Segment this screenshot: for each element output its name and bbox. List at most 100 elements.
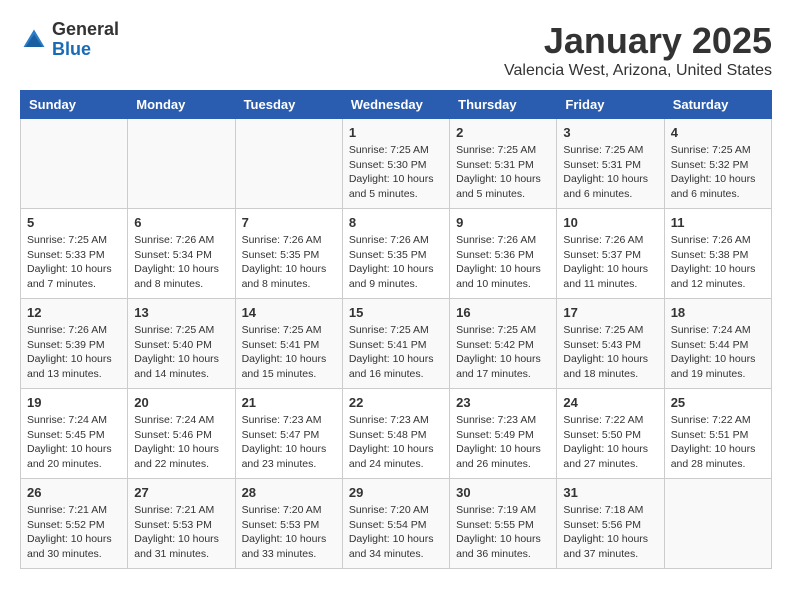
- day-number: 29: [349, 485, 443, 500]
- day-info: Sunrise: 7:24 AMSunset: 5:45 PMDaylight:…: [27, 413, 121, 472]
- day-info: Sunrise: 7:25 AMSunset: 5:42 PMDaylight:…: [456, 323, 550, 382]
- calendar-week-row: 5 Sunrise: 7:25 AMSunset: 5:33 PMDaylight…: [21, 209, 772, 299]
- day-info: Sunrise: 7:22 AMSunset: 5:50 PMDaylight:…: [563, 413, 657, 472]
- calendar-cell: 23Sunrise: 7:23 AMSunset: 5:49 PMDayligh…: [450, 389, 557, 479]
- calendar-cell: 25Sunrise: 7:22 AMSunset: 5:51 PMDayligh…: [664, 389, 771, 479]
- weekday-header-wednesday: Wednesday: [342, 91, 449, 119]
- day-info: Sunrise: 7:25 AMSunset: 5:40 PMDaylight:…: [134, 323, 228, 382]
- day-info: Sunrise: 7:24 AMSunset: 5:46 PMDaylight:…: [134, 413, 228, 472]
- weekday-header-saturday: Saturday: [664, 91, 771, 119]
- day-number: 24: [563, 395, 657, 410]
- day-info: Sunrise: 7:26 AMSunset: 5:38 PMDaylight:…: [671, 233, 765, 292]
- day-number: 28: [242, 485, 336, 500]
- calendar-cell: [664, 479, 771, 569]
- day-info: Sunrise: 7:19 AMSunset: 5:55 PMDaylight:…: [456, 503, 550, 562]
- calendar-cell: 3 Sunrise: 7:25 AMSunset: 5:31 PMDaylight…: [557, 119, 664, 209]
- day-info: Sunrise: 7:25 AMSunset: 5:41 PMDaylight:…: [349, 323, 443, 382]
- day-info: Sunrise: 7:26 AMSunset: 5:36 PMDaylight:…: [456, 233, 550, 292]
- calendar-cell: 12 Sunrise: 7:26 AMSunset: 5:39 PMDayligh…: [21, 299, 128, 389]
- calendar-week-row: 1 Sunrise: 7:25 AMSunset: 5:30 PMDaylight…: [21, 119, 772, 209]
- day-number: 9: [456, 215, 550, 230]
- calendar-week-row: 19Sunrise: 7:24 AMSunset: 5:45 PMDayligh…: [21, 389, 772, 479]
- day-info: Sunrise: 7:20 AMSunset: 5:54 PMDaylight:…: [349, 503, 443, 562]
- day-number: 7: [242, 215, 336, 230]
- calendar-cell: 8 Sunrise: 7:26 AMSunset: 5:35 PMDaylight…: [342, 209, 449, 299]
- day-info: Sunrise: 7:25 AMSunset: 5:30 PMDaylight:…: [349, 143, 443, 202]
- calendar-cell: 26 Sunrise: 7:21 AMSunset: 5:52 PMDayligh…: [21, 479, 128, 569]
- day-number: 10: [563, 215, 657, 230]
- calendar-cell: 6 Sunrise: 7:26 AMSunset: 5:34 PMDaylight…: [128, 209, 235, 299]
- day-info: Sunrise: 7:24 AMSunset: 5:44 PMDaylight:…: [671, 323, 765, 382]
- calendar-cell: 24 Sunrise: 7:22 AMSunset: 5:50 PMDayligh…: [557, 389, 664, 479]
- calendar-cell: 13 Sunrise: 7:25 AMSunset: 5:40 PMDayligh…: [128, 299, 235, 389]
- day-number: 5: [27, 215, 121, 230]
- day-number: 16: [456, 305, 550, 320]
- day-number: 6: [134, 215, 228, 230]
- logo-icon: [20, 26, 48, 54]
- day-number: 15: [349, 305, 443, 320]
- day-number: 12: [27, 305, 121, 320]
- day-info: Sunrise: 7:26 AMSunset: 5:34 PMDaylight:…: [134, 233, 228, 292]
- day-info: Sunrise: 7:21 AMSunset: 5:52 PMDaylight:…: [27, 503, 121, 562]
- day-number: 3: [563, 125, 657, 140]
- page-header: General Blue January 2025 Valencia West,…: [20, 20, 772, 80]
- day-info: Sunrise: 7:25 AMSunset: 5:33 PMDaylight:…: [27, 233, 121, 292]
- day-number: 31: [563, 485, 657, 500]
- logo: General Blue: [20, 20, 119, 60]
- day-number: 20: [134, 395, 228, 410]
- day-info: Sunrise: 7:25 AMSunset: 5:32 PMDaylight:…: [671, 143, 765, 202]
- calendar-cell: 1 Sunrise: 7:25 AMSunset: 5:30 PMDaylight…: [342, 119, 449, 209]
- logo-text: General Blue: [52, 20, 119, 60]
- calendar-cell: 31 Sunrise: 7:18 AMSunset: 5:56 PMDayligh…: [557, 479, 664, 569]
- title-block: January 2025 Valencia West, Arizona, Uni…: [504, 20, 772, 80]
- calendar-cell: 10Sunrise: 7:26 AMSunset: 5:37 PMDayligh…: [557, 209, 664, 299]
- weekday-header-sunday: Sunday: [21, 91, 128, 119]
- day-number: 8: [349, 215, 443, 230]
- weekday-header-tuesday: Tuesday: [235, 91, 342, 119]
- calendar-cell: 30 Sunrise: 7:19 AMSunset: 5:55 PMDayligh…: [450, 479, 557, 569]
- day-number: 11: [671, 215, 765, 230]
- day-info: Sunrise: 7:25 AMSunset: 5:31 PMDaylight:…: [563, 143, 657, 202]
- calendar-cell: 28 Sunrise: 7:20 AMSunset: 5:53 PMDayligh…: [235, 479, 342, 569]
- calendar-cell: 7Sunrise: 7:26 AMSunset: 5:35 PMDaylight…: [235, 209, 342, 299]
- day-number: 30: [456, 485, 550, 500]
- calendar-cell: 14Sunrise: 7:25 AMSunset: 5:41 PMDayligh…: [235, 299, 342, 389]
- day-info: Sunrise: 7:20 AMSunset: 5:53 PMDaylight:…: [242, 503, 336, 562]
- day-number: 26: [27, 485, 121, 500]
- day-info: Sunrise: 7:26 AMSunset: 5:39 PMDaylight:…: [27, 323, 121, 382]
- day-info: Sunrise: 7:21 AMSunset: 5:53 PMDaylight:…: [134, 503, 228, 562]
- day-number: 17: [563, 305, 657, 320]
- logo-general-label: General: [52, 20, 119, 40]
- day-number: 1: [349, 125, 443, 140]
- day-number: 27: [134, 485, 228, 500]
- day-number: 23: [456, 395, 550, 410]
- calendar-cell: 5 Sunrise: 7:25 AMSunset: 5:33 PMDaylight…: [21, 209, 128, 299]
- calendar-cell: 22Sunrise: 7:23 AMSunset: 5:48 PMDayligh…: [342, 389, 449, 479]
- calendar-cell: 2 Sunrise: 7:25 AMSunset: 5:31 PMDaylight…: [450, 119, 557, 209]
- calendar-cell: 16 Sunrise: 7:25 AMSunset: 5:42 PMDayligh…: [450, 299, 557, 389]
- day-number: 22: [349, 395, 443, 410]
- day-number: 4: [671, 125, 765, 140]
- weekday-header-friday: Friday: [557, 91, 664, 119]
- weekday-header-row: SundayMondayTuesdayWednesdayThursdayFrid…: [21, 91, 772, 119]
- day-info: Sunrise: 7:18 AMSunset: 5:56 PMDaylight:…: [563, 503, 657, 562]
- calendar-cell: 21Sunrise: 7:23 AMSunset: 5:47 PMDayligh…: [235, 389, 342, 479]
- day-number: 2: [456, 125, 550, 140]
- calendar-cell: 20 Sunrise: 7:24 AMSunset: 5:46 PMDayligh…: [128, 389, 235, 479]
- calendar-week-row: 12 Sunrise: 7:26 AMSunset: 5:39 PMDayligh…: [21, 299, 772, 389]
- calendar-cell: 27 Sunrise: 7:21 AMSunset: 5:53 PMDayligh…: [128, 479, 235, 569]
- day-number: 18: [671, 305, 765, 320]
- weekday-header-thursday: Thursday: [450, 91, 557, 119]
- day-number: 25: [671, 395, 765, 410]
- day-info: Sunrise: 7:25 AMSunset: 5:31 PMDaylight:…: [456, 143, 550, 202]
- day-number: 13: [134, 305, 228, 320]
- calendar-week-row: 26 Sunrise: 7:21 AMSunset: 5:52 PMDayligh…: [21, 479, 772, 569]
- calendar-cell: [128, 119, 235, 209]
- calendar-cell: 18 Sunrise: 7:24 AMSunset: 5:44 PMDayligh…: [664, 299, 771, 389]
- calendar-cell: [21, 119, 128, 209]
- weekday-header-monday: Monday: [128, 91, 235, 119]
- calendar-cell: 4 Sunrise: 7:25 AMSunset: 5:32 PMDaylight…: [664, 119, 771, 209]
- calendar-cell: 9 Sunrise: 7:26 AMSunset: 5:36 PMDaylight…: [450, 209, 557, 299]
- logo-blue-label: Blue: [52, 40, 119, 60]
- day-info: Sunrise: 7:26 AMSunset: 5:35 PMDaylight:…: [349, 233, 443, 292]
